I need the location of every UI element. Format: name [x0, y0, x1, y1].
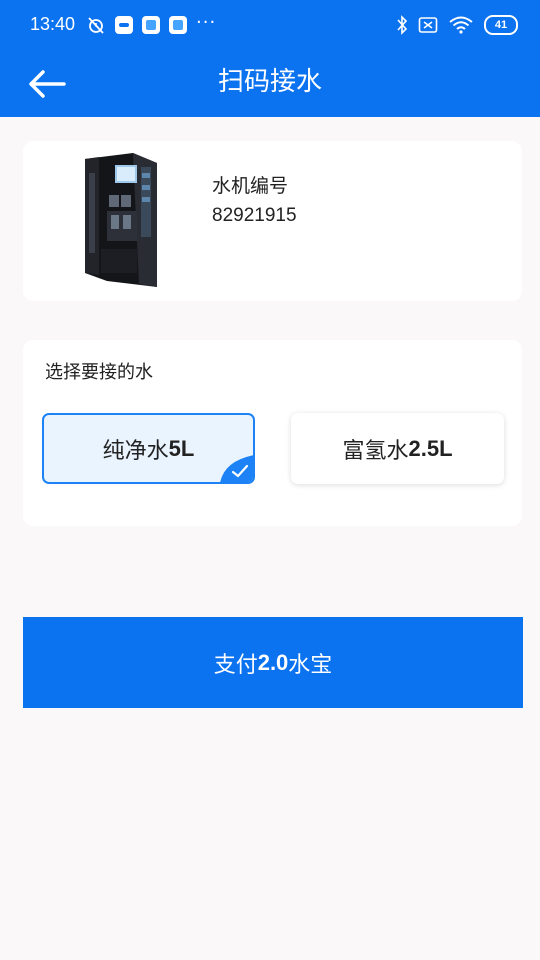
- pay-suffix: 水宝: [288, 652, 333, 678]
- status-right-icons: 41: [396, 15, 518, 35]
- app-notification-icon: [115, 16, 133, 34]
- option-pure-water-5l[interactable]: 纯净水 5L: [42, 413, 255, 484]
- more-dots-icon: ···: [196, 12, 217, 33]
- header: 扫码接水: [0, 52, 540, 117]
- page-title: 扫码接水: [217, 67, 322, 97]
- pay-button[interactable]: 支付 2.0 水宝: [23, 617, 523, 708]
- water-dispenser-machine-image: [85, 153, 157, 287]
- selection-title: 选择要接的水: [45, 362, 153, 383]
- wifi-icon: [449, 16, 473, 34]
- app-notification-icon: [169, 16, 187, 34]
- sim-off-icon: [418, 17, 438, 33]
- status-left-icons: ···: [86, 12, 217, 35]
- app-notification-icon: [142, 16, 160, 34]
- status-bar: 13:40 ··· 41: [0, 0, 540, 52]
- bluetooth-icon: [397, 15, 408, 35]
- machine-number-value: 82921915: [212, 205, 297, 226]
- option-amount: 2.5L: [408, 435, 453, 461]
- pay-prefix: 支付: [213, 652, 258, 678]
- alarm-off-icon: [88, 17, 104, 34]
- battery-icon: 41: [484, 15, 518, 35]
- machine-number-label: 水机编号: [212, 175, 289, 197]
- option-name: 富氢水: [342, 438, 409, 464]
- option-amount: 5L: [168, 435, 195, 461]
- status-time: 13:40: [30, 14, 76, 34]
- option-hydrogen-water-2-5l[interactable]: 富氢水 2.5L: [291, 413, 504, 484]
- machine-info-card: 水机编号 82921915: [23, 141, 522, 301]
- pay-amount: 2.0: [257, 649, 289, 675]
- water-selection-card: 选择要接的水 纯净水 5L 富氢水 2.5L: [23, 340, 522, 526]
- option-name: 纯净水: [102, 438, 169, 464]
- checkmark-icon: [220, 455, 253, 482]
